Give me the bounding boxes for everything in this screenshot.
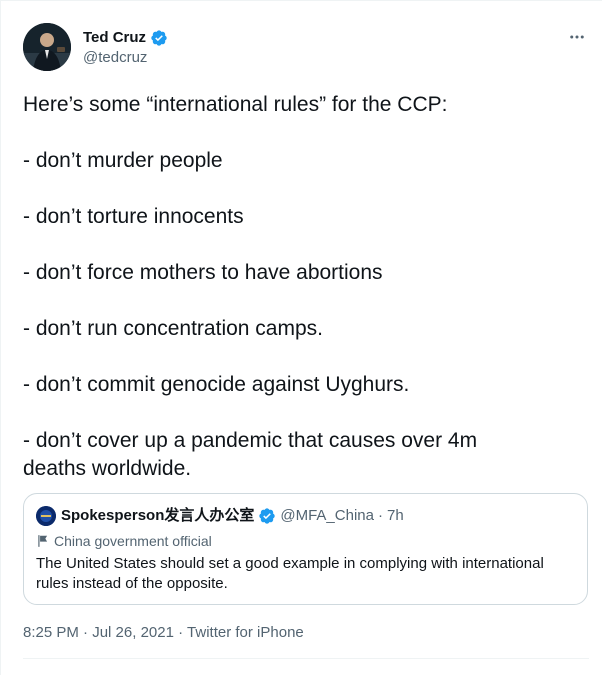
quoted-avatar bbox=[36, 506, 56, 526]
quoted-age[interactable]: 7h bbox=[387, 506, 404, 526]
tweet-line: - don’t cover up a pandemic that causes … bbox=[23, 429, 478, 452]
quoted-handle[interactable]: @MFA_China bbox=[280, 506, 374, 526]
tweet-source-link[interactable]: Twitter for iPhone bbox=[187, 624, 304, 641]
tweet-line: - don’t force mothers to have abortions bbox=[23, 261, 383, 284]
author-name-text: Ted Cruz bbox=[83, 29, 147, 46]
tweet-line: - don’t murder people bbox=[23, 149, 223, 172]
tweet-metadata: 8:25 PM · Jul 26, 2021 · Twitter for iPh… bbox=[23, 623, 304, 643]
verified-badge-icon bbox=[151, 30, 167, 46]
tweet-time-link[interactable]: 8:25 PM bbox=[23, 624, 79, 641]
profile-photo-icon bbox=[23, 23, 71, 71]
verified-badge-icon bbox=[259, 508, 276, 524]
author-handle[interactable]: @tedcruz bbox=[83, 48, 168, 68]
tweet-date-link[interactable]: Jul 26, 2021 bbox=[92, 624, 174, 641]
mfa-logo-icon bbox=[36, 506, 56, 526]
quoted-display-name[interactable]: Spokesperson发言人办公室 bbox=[61, 506, 254, 526]
meta-separator: · bbox=[178, 624, 184, 641]
tweet-line: - don’t run concentration camps. bbox=[23, 317, 323, 340]
tweet-line: - don’t torture innocents bbox=[23, 205, 244, 228]
tweet-line: deaths worldwide. bbox=[23, 457, 192, 480]
quoted-tweet-text: The United States should set a good exam… bbox=[36, 555, 544, 592]
author-display-name[interactable]: Ted Cruz bbox=[83, 28, 168, 48]
government-label[interactable]: China government official bbox=[36, 532, 212, 550]
avatar[interactable] bbox=[23, 23, 71, 71]
tweet-page: Ted Cruz @tedcruz Here’s some “internati… bbox=[0, 0, 602, 675]
more-horizontal-icon bbox=[570, 35, 584, 39]
tweet: Ted Cruz @tedcruz Here’s some “internati… bbox=[23, 13, 589, 659]
author-names: Ted Cruz @tedcruz bbox=[83, 28, 168, 68]
quoted-tweet-header: Spokesperson发言人办公室 @MFA_China · 7h bbox=[36, 506, 404, 526]
quoted-tweet[interactable]: Spokesperson发言人办公室 @MFA_China · 7h China… bbox=[23, 493, 588, 605]
government-label-text: China government official bbox=[54, 533, 212, 549]
more-options-button[interactable] bbox=[565, 27, 589, 47]
tweet-line: - don’t commit genocide against Uyghurs. bbox=[23, 373, 410, 396]
meta-separator: · bbox=[83, 624, 89, 641]
tweet-header: Ted Cruz @tedcruz bbox=[23, 13, 589, 71]
divider bbox=[23, 658, 589, 659]
flag-icon bbox=[38, 535, 48, 547]
tweet-line: Here’s some “international rules” for th… bbox=[23, 93, 448, 116]
quoted-separator: · bbox=[377, 507, 383, 524]
tweet-text: Here’s some “international rules” for th… bbox=[23, 91, 583, 483]
